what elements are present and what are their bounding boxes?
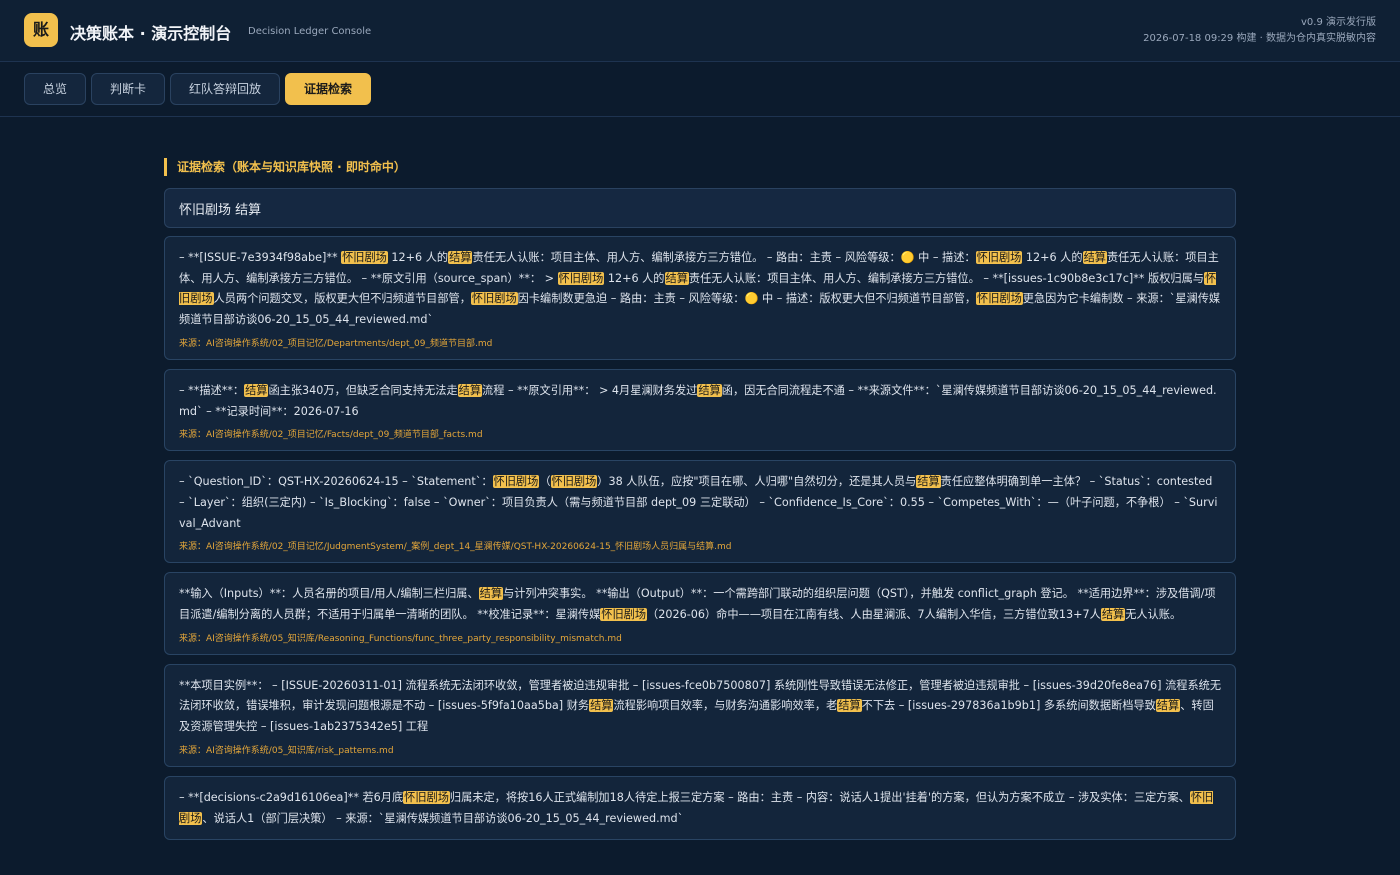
result-text: – **[ISSUE-7e3934f98abe]** 怀旧剧场 12+6 人的结…	[179, 251, 1221, 327]
highlight-match: 结算	[1155, 699, 1181, 713]
result-text: **本项目实例**： – [ISSUE-20260311-01] 流程系统无法闭…	[179, 678, 1222, 734]
version-label: v0.9 演示发行版	[1301, 17, 1376, 28]
highlight-match: 怀旧剧场	[179, 790, 1214, 825]
highlight-match: 怀旧剧场	[557, 271, 605, 285]
highlight-match: 结算	[837, 699, 862, 713]
result-source: 来源：AI咨询操作系统/02_项目记忆/Facts/dept_09_频道节目部_…	[179, 430, 483, 441]
app-title: 决策账本 · 演示控制台	[70, 24, 232, 43]
result-source: 来源：AI咨询操作系统/05_知识库/Reasoning_Functions/f…	[179, 633, 622, 644]
highlight-match: 怀旧剧场	[492, 475, 540, 489]
app-logo: 账	[24, 13, 58, 47]
result-text: – **描述**：结算函主张340万，但缺乏合同支持无法走结算流程 – **原文…	[179, 383, 1217, 418]
tab-overview[interactable]: 总览	[24, 73, 86, 105]
highlight-match: 结算	[457, 383, 483, 397]
highlight-match: 怀旧剧场	[975, 251, 1023, 264]
result-card: – **[decisions-c2a9d16106ea]** 若6月底怀旧剧场归…	[164, 775, 1236, 841]
result-source: 来源：AI咨询操作系统/02_项目记忆/Departments/dept_09_…	[179, 338, 493, 349]
result-text: – `Question_ID`：QST-HX-20260624-15 – `St…	[179, 475, 1218, 530]
build-info: v0.9 演示发行版 2026-07-18 09:29 构建 · 数据为仓内真实…	[1143, 15, 1376, 47]
tab-evidence-search[interactable]: 证据检索	[285, 73, 371, 105]
result-source: 来源：AI咨询操作系统/05_知识库/risk_patterns.md	[179, 745, 394, 756]
highlight-match: 结算	[448, 251, 473, 264]
highlight-match: 怀旧剧场	[976, 292, 1023, 306]
highlight-match: 结算	[244, 383, 269, 397]
highlight-match: 怀旧剧场	[600, 608, 648, 622]
result-text: – **[decisions-c2a9d16106ea]** 若6月底怀旧剧场归…	[179, 790, 1214, 825]
highlight-match: 怀旧剧场	[179, 271, 1217, 306]
highlight-match: 怀旧剧场	[341, 251, 388, 264]
highlight-match: 怀旧剧场	[470, 292, 518, 306]
highlight-match: 结算	[478, 587, 504, 601]
results-list: – **[ISSUE-7e3934f98abe]** 怀旧剧场 12+6 人的结…	[164, 236, 1236, 849]
result-card: – `Question_ID`：QST-HX-20260624-15 – `St…	[164, 460, 1236, 564]
app-subtitle: Decision Ledger Console	[248, 26, 372, 37]
search-input[interactable]	[164, 188, 1236, 228]
result-card: – **描述**：结算函主张340万，但缺乏合同支持无法走结算流程 – **原文…	[164, 368, 1236, 452]
highlight-match: 结算	[589, 699, 614, 713]
highlight-match: 结算	[916, 475, 941, 489]
tab-bar: 总览 判断卡 红队答辩回放 证据检索	[0, 62, 1400, 117]
result-card: – **[ISSUE-7e3934f98abe]** 怀旧剧场 12+6 人的结…	[164, 236, 1236, 360]
highlight-match: 怀旧剧场	[550, 475, 598, 489]
result-card: **输入（Inputs）**：人员名册的项目/用人/编制三栏归属、结算与计列冲突…	[164, 572, 1236, 655]
result-source: 来源：AI咨询操作系统/02_项目记忆/JudgmentSystem/_案例_d…	[179, 542, 732, 553]
result-text: **输入（Inputs）**：人员名册的项目/用人/编制三栏归属、结算与计列冲突…	[179, 587, 1216, 622]
highlight-match: 结算	[664, 271, 689, 285]
highlight-match: 结算	[697, 383, 722, 397]
tab-red-team-replay[interactable]: 红队答辩回放	[170, 73, 280, 105]
tab-judgment-cards[interactable]: 判断卡	[91, 73, 165, 105]
app-header: 账 决策账本 · 演示控制台 Decision Ledger Console v…	[0, 0, 1400, 62]
result-card: **本项目实例**： – [ISSUE-20260311-01] 流程系统无法闭…	[164, 663, 1236, 767]
highlight-match: 怀旧剧场	[403, 790, 450, 804]
section-title: 证据检索（账本与知识库快照 · 即时命中）	[164, 158, 406, 176]
build-timestamp: 2026-07-18 09:29 构建 · 数据为仓内真实脱敏内容	[1143, 33, 1376, 44]
highlight-match: 结算	[1082, 251, 1107, 264]
highlight-match: 结算	[1100, 608, 1126, 622]
